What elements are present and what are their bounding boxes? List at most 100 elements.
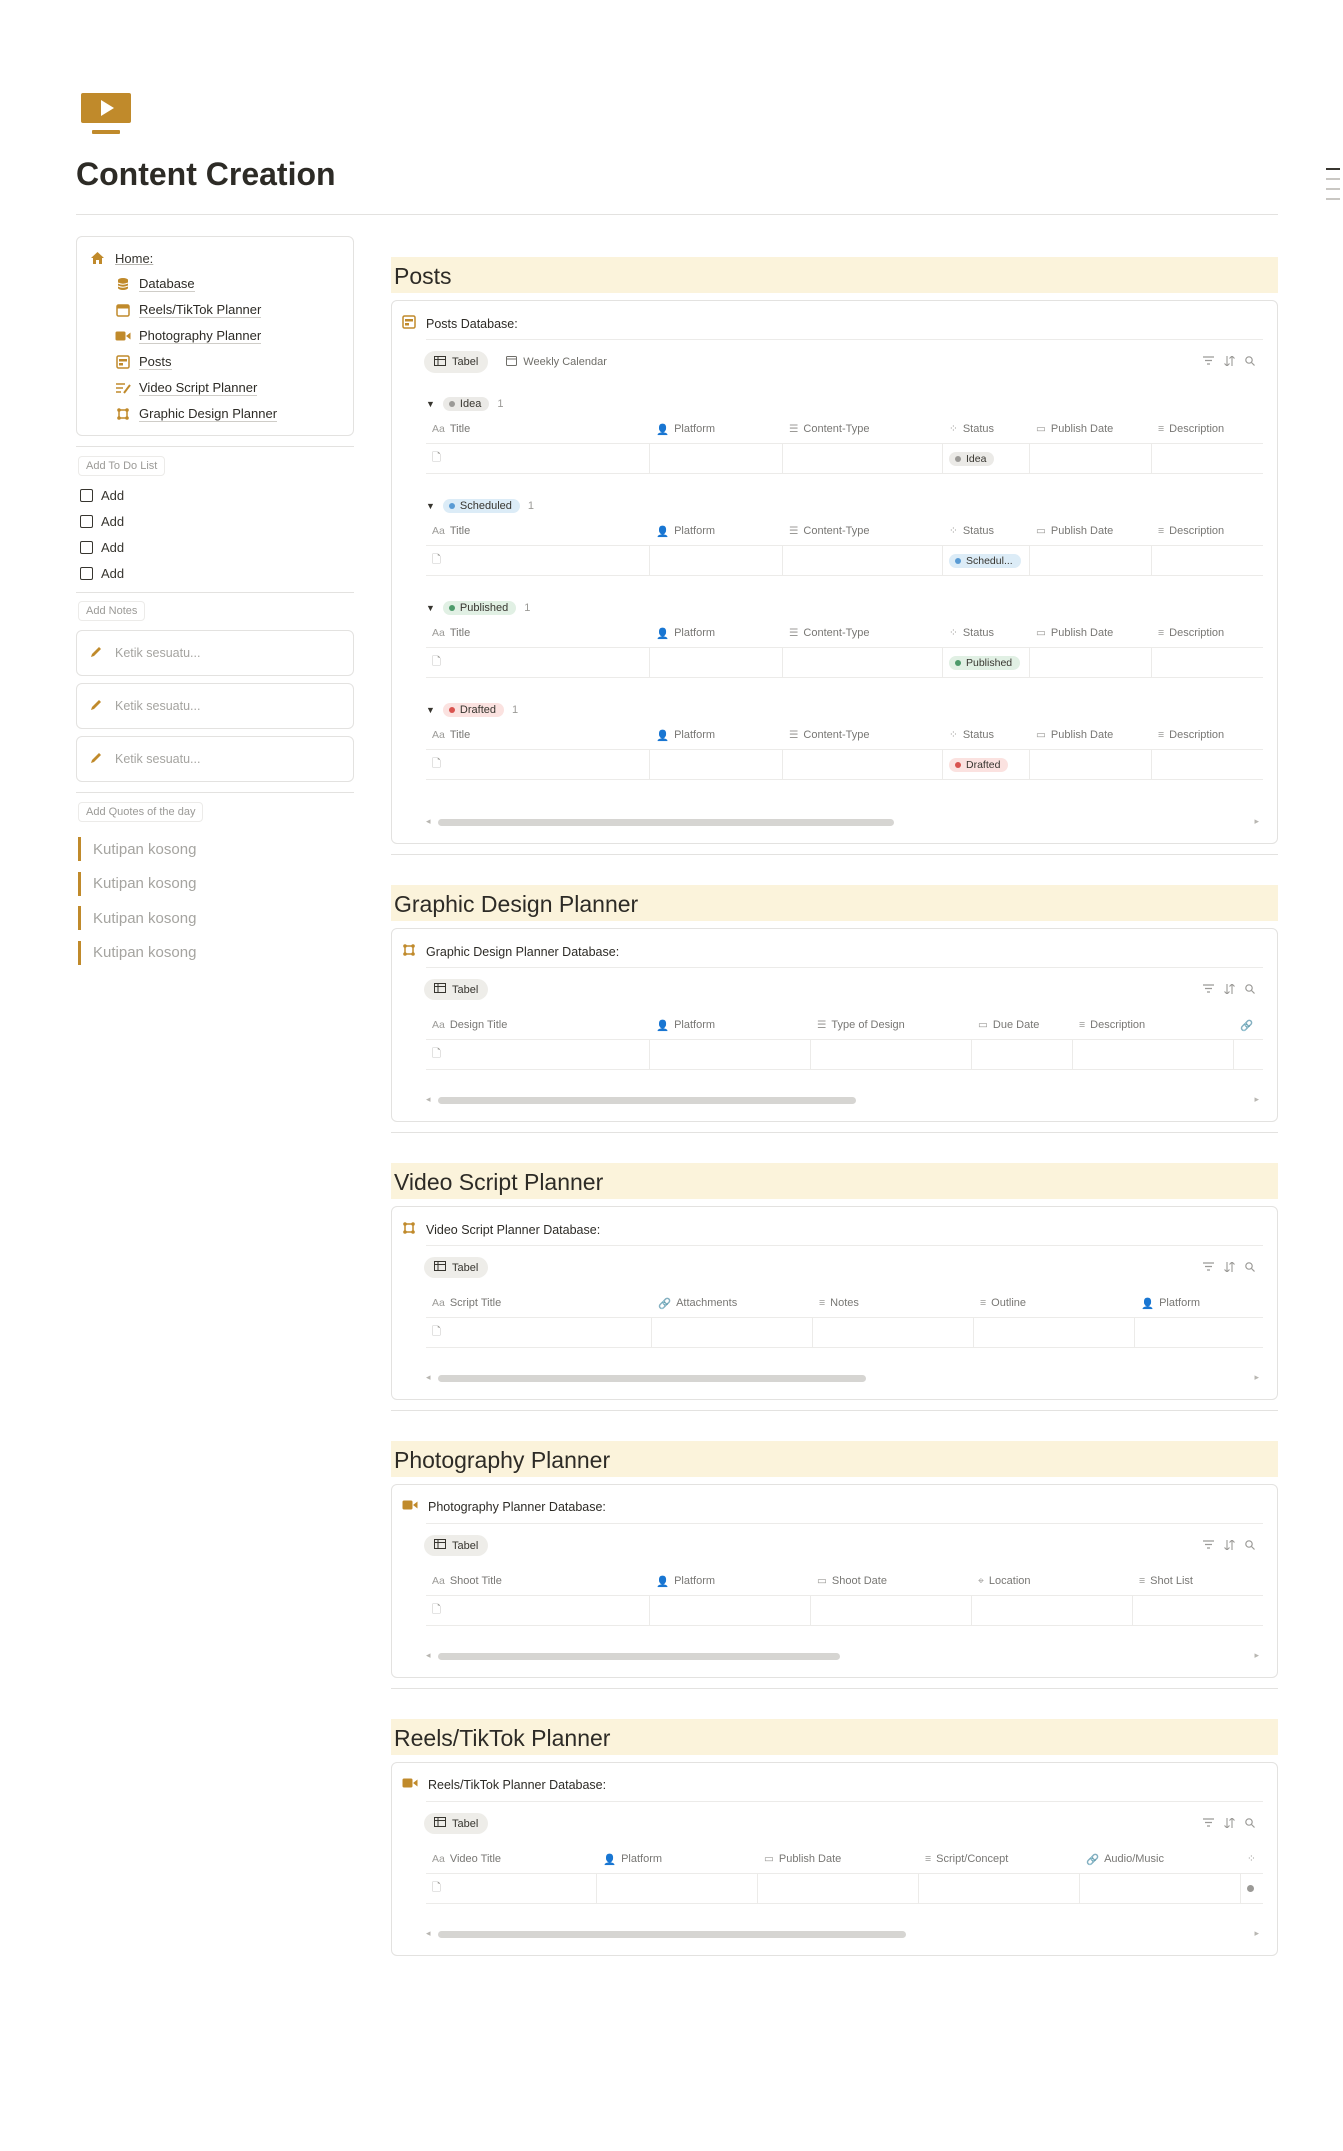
nav-item-database[interactable]: Database <box>115 271 277 297</box>
nav-home[interactable]: Home: <box>89 250 153 266</box>
table-row[interactable]: 🗋 Published <box>426 647 1263 678</box>
view-tab-weekly-calendar[interactable]: Weekly Calendar <box>496 351 617 373</box>
toggle-icon[interactable]: ▼ <box>426 501 435 511</box>
search-icon[interactable] <box>1245 984 1255 994</box>
filter-icon[interactable] <box>1203 1262 1214 1272</box>
horizontal-scrollbar[interactable]: ◂ ▸ <box>426 1650 1263 1661</box>
horizontal-scrollbar[interactable]: ◂ ▸ <box>426 1094 1263 1105</box>
checkbox[interactable] <box>80 540 93 554</box>
db-title[interactable]: Video Script Planner Database: <box>402 1221 600 1238</box>
status-pill: Drafted <box>442 703 504 717</box>
view-label: Weekly Calendar <box>523 356 607 368</box>
quote-item[interactable]: Kutipan kosong <box>78 901 196 936</box>
table-header: Aa Title 👤 Platform ☰ Content-Type ⁘ Status … <box>432 423 1225 436</box>
filter-icon[interactable] <box>1203 1818 1214 1828</box>
graphic-design-database: Graphic Design Planner Database: Tabel A… <box>391 928 1278 1122</box>
table-icon <box>434 1817 446 1830</box>
table-row[interactable]: 🗋 Drafted <box>426 749 1263 780</box>
todo-item[interactable]: Add <box>80 508 124 534</box>
quote-item[interactable]: Kutipan kosong <box>78 936 196 971</box>
quotes-list: Kutipan kosong Kutipan kosong Kutipan ko… <box>78 832 196 970</box>
nav-item-posts[interactable]: Posts <box>115 349 277 375</box>
nav-item-label: Graphic Design Planner <box>139 406 278 422</box>
nav-item-label: Video Script Planner <box>139 380 258 396</box>
table-row[interactable]: 🗋 <box>426 1317 1263 1348</box>
checkbox[interactable] <box>80 566 93 580</box>
view-tab-table[interactable]: Tabel <box>424 351 489 373</box>
toggle-icon[interactable]: ▼ <box>426 603 435 613</box>
view-tab-table[interactable]: Tabel <box>424 979 489 1000</box>
page-icon: 🗋 <box>432 758 441 770</box>
note-field[interactable]: Ketik sesuatu... <box>76 683 354 729</box>
table-icon <box>434 1261 446 1274</box>
todo-item[interactable]: Add <box>80 482 124 508</box>
group-count: 1 <box>512 704 519 716</box>
section-heading-reels: Reels/TikTok Planner <box>391 1719 1278 1755</box>
group-scheduled: ▼ Scheduled 1 Aa Title 👤 Platform ☰ Content… <box>426 495 1263 576</box>
checkbox[interactable] <box>80 488 93 502</box>
toggle-icon[interactable]: ▼ <box>426 399 435 409</box>
calendar-icon <box>115 302 131 318</box>
horizontal-scrollbar[interactable]: ◂ ▸ <box>426 1928 1263 1939</box>
nav-item-video-script[interactable]: Video Script Planner <box>115 375 277 401</box>
status-badge: Published <box>949 655 1021 670</box>
db-title-text: Graphic Design Planner Database: <box>426 944 620 959</box>
sort-icon[interactable] <box>1224 356 1235 366</box>
table-row[interactable]: 🗋 <box>426 1873 1263 1904</box>
nav-item-reels[interactable]: Reels/TikTok Planner <box>115 297 277 323</box>
page-icon: 🗋 <box>432 554 441 566</box>
toggle-icon[interactable]: ▼ <box>426 705 435 715</box>
page-icon: 🗋 <box>432 1326 441 1338</box>
quote-item[interactable]: Kutipan kosong <box>78 832 196 867</box>
table-row[interactable]: 🗋 <box>426 1595 1263 1626</box>
todo-item[interactable]: Add <box>80 534 124 560</box>
search-icon[interactable] <box>1245 356 1255 366</box>
db-title[interactable]: Posts Database: <box>402 315 518 332</box>
table-row[interactable]: 🗋 Idea <box>426 443 1263 474</box>
table-header: Aa Video Title 👤 Platform ▭ Publish Date ≡ S… <box>432 1853 1256 1866</box>
filter-icon[interactable] <box>1203 1540 1214 1550</box>
status-pill: Idea <box>442 397 490 411</box>
search-icon[interactable] <box>1245 1262 1255 1272</box>
nav-item-label: Database <box>139 276 195 292</box>
nav-item-label: Posts <box>139 354 172 370</box>
quote-item[interactable]: Kutipan kosong <box>78 867 196 902</box>
nav-item-graphic-design[interactable]: Graphic Design Planner <box>115 401 278 427</box>
table-header: Aa Shoot Title 👤 Platform ▭ Shoot Date ⌖ Loc… <box>432 1574 1193 1588</box>
todo-item[interactable]: Add <box>80 560 124 586</box>
status-pill: Scheduled <box>442 499 520 513</box>
list-edit-icon <box>115 380 131 396</box>
sort-icon[interactable] <box>1224 1262 1235 1272</box>
search-icon[interactable] <box>1245 1540 1255 1550</box>
page-icon: 🗋 <box>432 656 441 668</box>
search-icon[interactable] <box>1245 1818 1255 1828</box>
table-row[interactable]: 🗋 <box>426 1039 1263 1070</box>
horizontal-scrollbar[interactable]: ◂ ▸ <box>426 816 1263 827</box>
sort-icon[interactable] <box>1224 984 1235 994</box>
note-field[interactable]: Ketik sesuatu... <box>76 736 354 782</box>
nav-item-photography[interactable]: Photography Planner <box>115 323 277 349</box>
sort-icon[interactable] <box>1224 1540 1235 1550</box>
note-placeholder: Ketik sesuatu... <box>115 699 201 713</box>
title-divider <box>76 214 1278 215</box>
horizontal-scrollbar[interactable]: ◂ ▸ <box>426 1372 1263 1383</box>
video-camera-icon <box>115 328 131 344</box>
table-row[interactable]: 🗋 Schedul... <box>426 545 1263 576</box>
db-title[interactable]: Reels/TikTok Planner Database: <box>402 1777 606 1792</box>
checkbox[interactable] <box>80 514 93 528</box>
video-play-icon <box>81 93 131 134</box>
db-title[interactable]: Photography Planner Database: <box>402 1499 606 1514</box>
db-title[interactable]: Graphic Design Planner Database: <box>402 943 619 960</box>
table-of-contents-marks[interactable] <box>1326 168 1340 208</box>
view-tab-table[interactable]: Tabel <box>424 1813 489 1834</box>
note-placeholder: Ketik sesuatu... <box>115 646 201 660</box>
status-badge: Drafted <box>949 757 1009 772</box>
filter-icon[interactable] <box>1203 984 1214 994</box>
sort-icon[interactable] <box>1224 1818 1235 1828</box>
view-tab-table[interactable]: Tabel <box>424 1535 489 1556</box>
note-field[interactable]: Ketik sesuatu... <box>76 630 354 676</box>
page-icon: 🗋 <box>432 1882 441 1894</box>
filter-icon[interactable] <box>1203 356 1214 366</box>
section-heading-video-script: Video Script Planner <box>391 1163 1278 1199</box>
view-tab-table[interactable]: Tabel <box>424 1257 489 1278</box>
